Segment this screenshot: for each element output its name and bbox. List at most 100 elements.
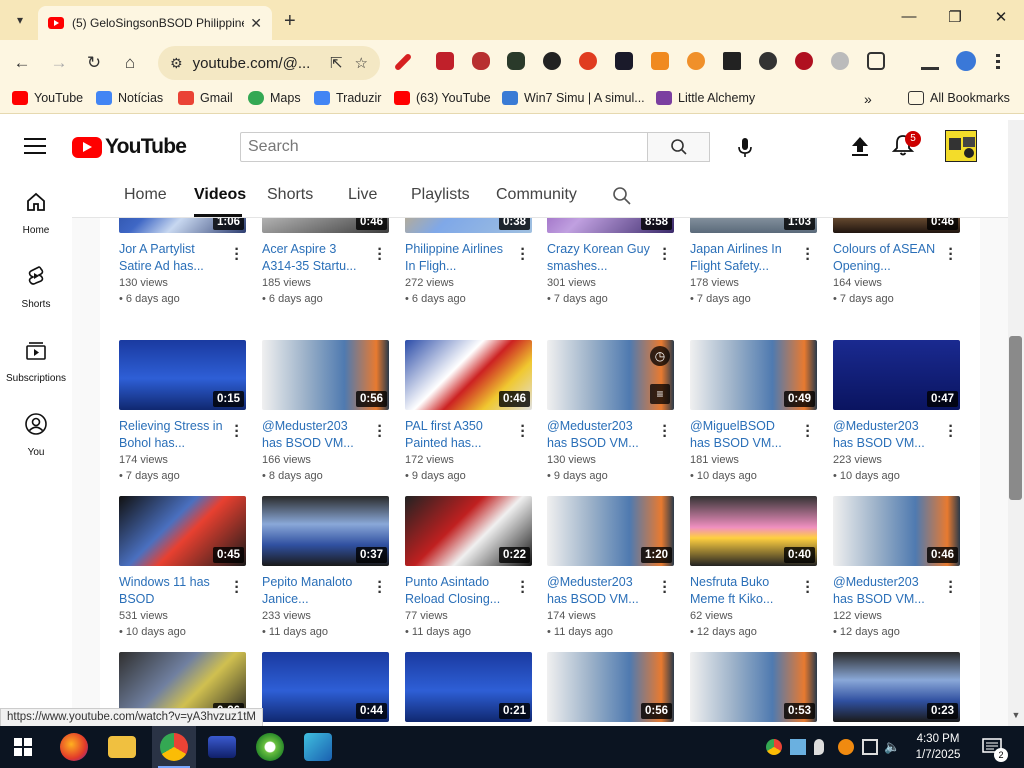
- video-more-actions-icon[interactable]: · · ·: [804, 575, 812, 601]
- video-thumbnail[interactable]: 0:56: [262, 340, 389, 410]
- orange-extension-icon[interactable]: [687, 52, 705, 70]
- scroll-down-arrow-icon[interactable]: ▼: [1009, 710, 1023, 720]
- firefox-taskbar-icon[interactable]: [60, 733, 88, 761]
- bookmark-traduzir[interactable]: Traduzir: [314, 91, 381, 105]
- windows-start-icon[interactable]: [14, 738, 32, 756]
- video-title[interactable]: Japan Airlines In Flight Safety...: [690, 241, 798, 275]
- window-close-icon[interactable]: ✕: [986, 8, 1016, 26]
- video-title[interactable]: @Meduster203 has BSOD VM...: [833, 574, 941, 608]
- bookmark-gmail[interactable]: Gmail: [178, 91, 233, 105]
- box-extension-icon[interactable]: [651, 52, 669, 70]
- video-more-actions-icon[interactable]: · · ·: [661, 242, 669, 268]
- video-title[interactable]: Jor A Partylist Satire Ad has...: [119, 241, 227, 275]
- bookmark-maps[interactable]: Maps: [248, 91, 301, 105]
- video-more-actions-icon[interactable]: · · ·: [804, 242, 812, 268]
- pixel-extension-icon[interactable]: [615, 52, 633, 70]
- bookmarks-overflow-icon[interactable]: »: [864, 91, 872, 107]
- video-thumbnail[interactable]: 0:46: [405, 340, 532, 410]
- bookmark-all-bookmarks[interactable]: All Bookmarks: [908, 91, 1010, 105]
- video-thumbnail[interactable]: 0:22: [405, 496, 532, 566]
- red-ball-extension-icon[interactable]: [795, 52, 813, 70]
- video-card[interactable]: 0:38 Philippine Airlines In Fligh... · · · 27…: [405, 218, 533, 313]
- people-tray-icon[interactable]: [790, 739, 806, 755]
- back-icon[interactable]: ←: [10, 53, 34, 73]
- file-explorer-taskbar-icon[interactable]: [108, 736, 136, 758]
- star-extension-icon[interactable]: [759, 52, 777, 70]
- tab-close-icon[interactable]: ✕: [250, 15, 262, 32]
- guide-item-shorts[interactable]: Shorts: [0, 264, 72, 310]
- chrome-taskbar-icon[interactable]: [160, 733, 188, 761]
- video-card[interactable]: 0:56 @Meduster203 has BSOD VM... · · · 166 vi…: [262, 340, 390, 490]
- open-in-app-icon[interactable]: ⇱: [330, 54, 343, 72]
- video-card[interactable]: 8:58 Crazy Korean Guy smashes... · · · 301 vi…: [547, 218, 675, 313]
- video-card[interactable]: 0:46 Acer Aspire 3 A314-35 Startu... · · · 18…: [262, 218, 390, 313]
- red-extension-icon[interactable]: [436, 52, 454, 70]
- g-extension-icon[interactable]: [543, 52, 561, 70]
- monitor-app-taskbar-icon[interactable]: [208, 736, 236, 758]
- tab-home[interactable]: Home: [124, 186, 167, 204]
- voice-search-button[interactable]: [730, 133, 760, 163]
- bookmark-youtube-63[interactable]: (63) YouTube: [394, 91, 491, 105]
- video-card[interactable]: 0:46 @Meduster203 has BSOD VM... · · · 122 vi…: [833, 496, 961, 646]
- globe-extension-icon[interactable]: [831, 52, 849, 70]
- video-more-actions-icon[interactable]: · · ·: [804, 419, 812, 445]
- guide-item-you[interactable]: You: [0, 412, 72, 458]
- drop-tray-icon[interactable]: [814, 739, 824, 755]
- video-card[interactable]: 0:49 @MiguelBSOD has BSOD VM... · · · 181 vie…: [690, 340, 818, 490]
- tab-shorts[interactable]: Shorts: [267, 186, 313, 204]
- bookmark-youtube[interactable]: YouTube: [12, 91, 83, 105]
- video-title[interactable]: @Meduster203 has BSOD VM...: [547, 418, 655, 452]
- key-tray-icon[interactable]: [838, 739, 854, 755]
- video-more-actions-icon[interactable]: · · ·: [233, 242, 241, 268]
- scrollbar-thumb[interactable]: [1009, 336, 1022, 500]
- video-thumbnail[interactable]: 8:58: [547, 218, 674, 233]
- video-title[interactable]: Pepito Manaloto Janice...: [262, 574, 370, 608]
- video-card[interactable]: 0:44: [262, 652, 390, 726]
- account-avatar[interactable]: [945, 130, 977, 162]
- upload-button[interactable]: [848, 134, 872, 158]
- green-app-taskbar-icon[interactable]: [256, 733, 284, 761]
- video-thumbnail[interactable]: 0:23: [833, 652, 960, 722]
- video-title[interactable]: Crazy Korean Guy smashes...: [547, 241, 655, 275]
- video-title[interactable]: Philippine Airlines In Fligh...: [405, 241, 513, 275]
- people-app-taskbar-icon[interactable]: [304, 733, 332, 761]
- channel-search-icon[interactable]: [612, 186, 632, 206]
- bookmark-little-alchemy[interactable]: Little Alchemy: [656, 91, 755, 105]
- video-more-actions-icon[interactable]: · · ·: [519, 419, 527, 445]
- video-title[interactable]: @Meduster203 has BSOD VM...: [547, 574, 655, 608]
- video-thumbnail[interactable]: 0:21: [405, 652, 532, 722]
- video-more-actions-icon[interactable]: · · ·: [661, 419, 669, 445]
- reload-icon[interactable]: ↻: [82, 53, 106, 73]
- video-more-actions-icon[interactable]: · · ·: [947, 242, 955, 268]
- tab-search-icon[interactable]: ▾: [8, 8, 32, 32]
- video-thumbnail[interactable]: 0:15: [119, 340, 246, 410]
- video-title[interactable]: Punto Asintado Reload Closing...: [405, 574, 513, 608]
- robot-extension-icon[interactable]: [472, 52, 490, 70]
- youtube-logo[interactable]: YouTube: [72, 135, 187, 159]
- video-more-actions-icon[interactable]: · · ·: [947, 419, 955, 445]
- add-to-queue-icon[interactable]: ≡: [650, 384, 670, 404]
- tab-community[interactable]: Community: [496, 186, 577, 204]
- video-card[interactable]: 1:03 Japan Airlines In Flight Safety... · ·…: [690, 218, 818, 313]
- chrome-tray-icon[interactable]: [766, 739, 782, 755]
- video-thumbnail[interactable]: ◷ ≡: [547, 340, 674, 410]
- hammer-extension-icon[interactable]: [723, 52, 741, 70]
- video-thumbnail[interactable]: 1:03: [690, 218, 817, 233]
- video-more-actions-icon[interactable]: · · ·: [376, 242, 384, 268]
- video-more-actions-icon[interactable]: · · ·: [661, 575, 669, 601]
- video-more-actions-icon[interactable]: · · ·: [233, 575, 241, 601]
- video-card[interactable]: 0:46 Colours of ASEAN Opening... · · · 164 vi…: [833, 218, 961, 313]
- site-info-icon[interactable]: ⚙: [170, 55, 183, 72]
- video-title[interactable]: Colours of ASEAN Opening...: [833, 241, 941, 275]
- bookmark-win7-simu[interactable]: Win7 Simu | A simul...: [502, 91, 645, 105]
- browser-tab[interactable]: (5) GeloSingsonBSOD Philippines ✕: [38, 6, 272, 40]
- video-card[interactable]: 0:46 PAL first A350 Painted has... · · · 172 …: [405, 340, 533, 490]
- video-thumbnail[interactable]: 0:46: [262, 218, 389, 233]
- video-more-actions-icon[interactable]: · · ·: [519, 242, 527, 268]
- watch-later-icon[interactable]: ◷: [650, 346, 670, 366]
- video-thumbnail[interactable]: 0:46: [833, 496, 960, 566]
- tomato-extension-icon[interactable]: [579, 52, 597, 70]
- video-thumbnail[interactable]: 1:06: [119, 218, 246, 233]
- video-thumbnail[interactable]: 0:40: [690, 496, 817, 566]
- video-title[interactable]: Relieving Stress in Bohol has...: [119, 418, 227, 452]
